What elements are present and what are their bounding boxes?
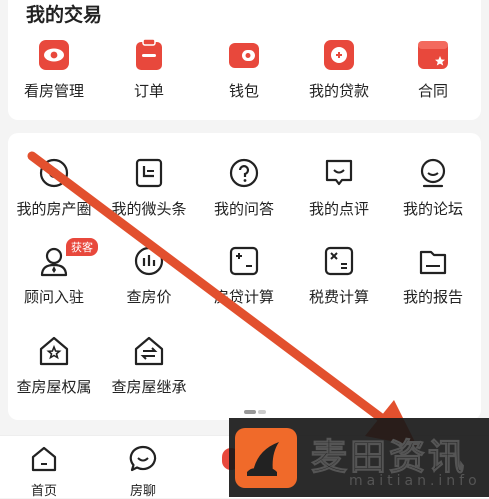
item-label: 我的房产圈 — [16, 200, 92, 218]
item-label: 钱包 — [228, 82, 259, 100]
my-headlines[interactable]: 我的微头条 — [101, 156, 197, 219]
tab-home[interactable]: 首页 — [14, 444, 74, 499]
watermark-domain: maitian.info — [349, 473, 481, 489]
transactions-title: 我的交易 — [26, 4, 103, 26]
wallet[interactable]: 钱包 — [196, 38, 292, 101]
watermark: 麦田资讯 maitian.info — [229, 418, 489, 497]
my-property-circle[interactable]: 我的房产圈 — [6, 156, 102, 219]
item-label: 查房屋继承 — [111, 378, 187, 396]
badge-lead: 获客 — [66, 238, 98, 256]
item-label: 我的问答 — [213, 200, 274, 218]
orders[interactable]: 订单 — [101, 38, 197, 101]
item-label: 我的点评 — [308, 200, 369, 218]
item-label: 查房屋权属 — [16, 378, 92, 396]
home-icon — [31, 446, 57, 472]
item-label: 房贷计算 — [213, 288, 274, 306]
my-reports[interactable]: 我的报告 — [385, 244, 481, 307]
tab-label: 首页 — [30, 484, 57, 499]
mortgage-calculator[interactable]: 房贷计算 — [196, 244, 292, 307]
chat-icon — [129, 445, 157, 472]
comment-icon — [322, 156, 356, 190]
check-house-inheritance[interactable]: 查房屋继承 — [101, 334, 197, 397]
my-loans[interactable]: 我的贷款 — [291, 38, 387, 101]
price-icon — [132, 244, 166, 278]
loan-icon — [322, 38, 356, 72]
my-forum[interactable]: 我的论坛 — [385, 156, 481, 219]
tab-label: 房聊 — [129, 484, 156, 499]
tax-calculator-icon — [322, 244, 356, 278]
forum-icon — [416, 156, 450, 190]
transactions-card: 我的交易 看房管理 订单 钱包 我的贷款 合同 — [8, 0, 481, 120]
item-label: 查房价 — [126, 288, 172, 306]
consultant-onboarding[interactable]: 获客 顾问入驻 — [6, 238, 102, 307]
contract-icon — [416, 38, 450, 72]
ownership-icon — [37, 334, 71, 368]
tools-card: 我的房产圈 我的微头条 我的问答 我的点评 我的论坛 获客 顾问入驻 查房价 房… — [8, 133, 481, 420]
tax-calculator[interactable]: 税费计算 — [291, 244, 387, 307]
item-label: 我的微头条 — [111, 200, 187, 218]
wallet-icon — [227, 38, 261, 72]
item-label: 我的贷款 — [308, 82, 369, 100]
mortgage-calculator-icon — [227, 244, 261, 278]
contracts[interactable]: 合同 — [385, 38, 481, 101]
question-icon — [227, 156, 261, 190]
order-icon — [132, 38, 166, 72]
my-qa[interactable]: 我的问答 — [196, 156, 292, 219]
watermark-logo — [235, 428, 297, 488]
item-label: 税费计算 — [308, 288, 369, 306]
item-label: 我的论坛 — [402, 200, 463, 218]
item-label: 订单 — [133, 82, 164, 100]
item-label: 顾问入驻 — [23, 288, 84, 306]
item-label: 看房管理 — [23, 82, 84, 100]
item-label: 合同 — [417, 82, 448, 100]
view-house-management[interactable]: 看房管理 — [6, 38, 102, 101]
circle-icon — [37, 156, 71, 190]
check-house-ownership[interactable]: 查房屋权属 — [6, 334, 102, 397]
report-icon — [416, 244, 450, 278]
item-label: 我的报告 — [402, 288, 463, 306]
check-house-price[interactable]: 查房价 — [101, 244, 197, 307]
eye-icon — [37, 38, 71, 72]
headline-icon — [132, 156, 166, 190]
my-reviews[interactable]: 我的点评 — [291, 156, 387, 219]
inheritance-icon — [132, 334, 166, 368]
tab-chat[interactable]: 房聊 — [113, 444, 173, 499]
page-indicator — [244, 410, 266, 414]
